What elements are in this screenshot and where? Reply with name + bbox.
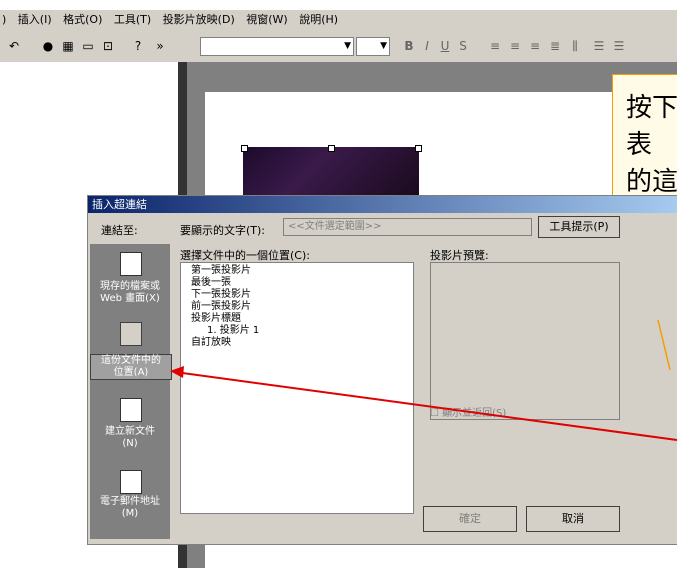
annotation-arrow xyxy=(170,319,677,441)
